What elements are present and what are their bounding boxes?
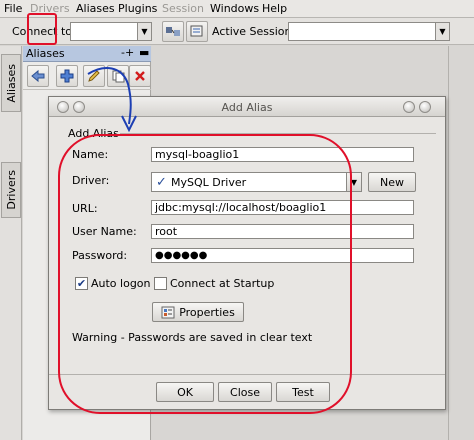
chevron-down-icon[interactable]: ▼ [137,23,151,40]
menu-help[interactable]: Help [262,2,287,15]
minimize-icon[interactable]: ▬ [139,46,149,59]
main-toolbar: Connect to: ▼ Active Session: ▼ [0,18,474,45]
menu-plugins[interactable]: Plugins [118,2,157,15]
active-session-combo[interactable]: ▼ [288,22,450,41]
rail-tab-drivers[interactable]: Drivers [1,162,21,218]
connect-to-combo[interactable]: ▼ [70,22,152,41]
annotation-highlight-oval [58,134,352,414]
connect-alias-button[interactable] [27,65,49,87]
rail-tab-aliases-label: Aliases [4,63,18,103]
edit-alias-button[interactable] [83,65,105,87]
rail-tab-drivers-label: Drivers [4,170,18,210]
session-icon[interactable] [186,21,208,42]
add-alias-button[interactable] [56,65,78,87]
menu-session[interactable]: Session [162,2,204,15]
aliases-panel-title: Aliases [26,47,65,60]
dialog-title-bar[interactable]: Add Alias [49,97,445,117]
close-window-icon[interactable] [419,101,431,113]
menu-file[interactable]: File [4,2,22,15]
menu-aliases[interactable]: Aliases [76,2,115,15]
rail-tab-aliases[interactable]: Aliases [1,54,21,112]
delete-alias-button[interactable] [129,65,151,87]
annotation-highlight-box [27,13,57,45]
aliases-toolbar [23,62,151,90]
new-driver-button[interactable]: New [368,172,416,192]
arrow-left-icon [31,69,45,83]
dialog-title: Add Alias [221,101,273,114]
copy-alias-button[interactable] [107,65,129,87]
active-session-label: Active Session: [212,25,296,38]
chevron-down-icon[interactable]: ▼ [435,23,449,40]
connect-icon[interactable] [162,21,184,42]
menu-bar: File Drivers Aliases Plugins Session Win… [0,0,474,18]
menu-windows[interactable]: Windows [210,2,259,15]
pencil-icon [88,70,100,82]
copy-icon [112,70,125,83]
plus-icon [60,69,74,83]
left-rail: Aliases Drivers [0,46,22,440]
workspace-divider [448,46,449,440]
pin-icon[interactable]: -+ [121,46,134,59]
close-icon [135,71,145,81]
aliases-panel-header: Aliases -+ ▬ [23,46,151,62]
minimize-window-icon[interactable] [403,101,415,113]
